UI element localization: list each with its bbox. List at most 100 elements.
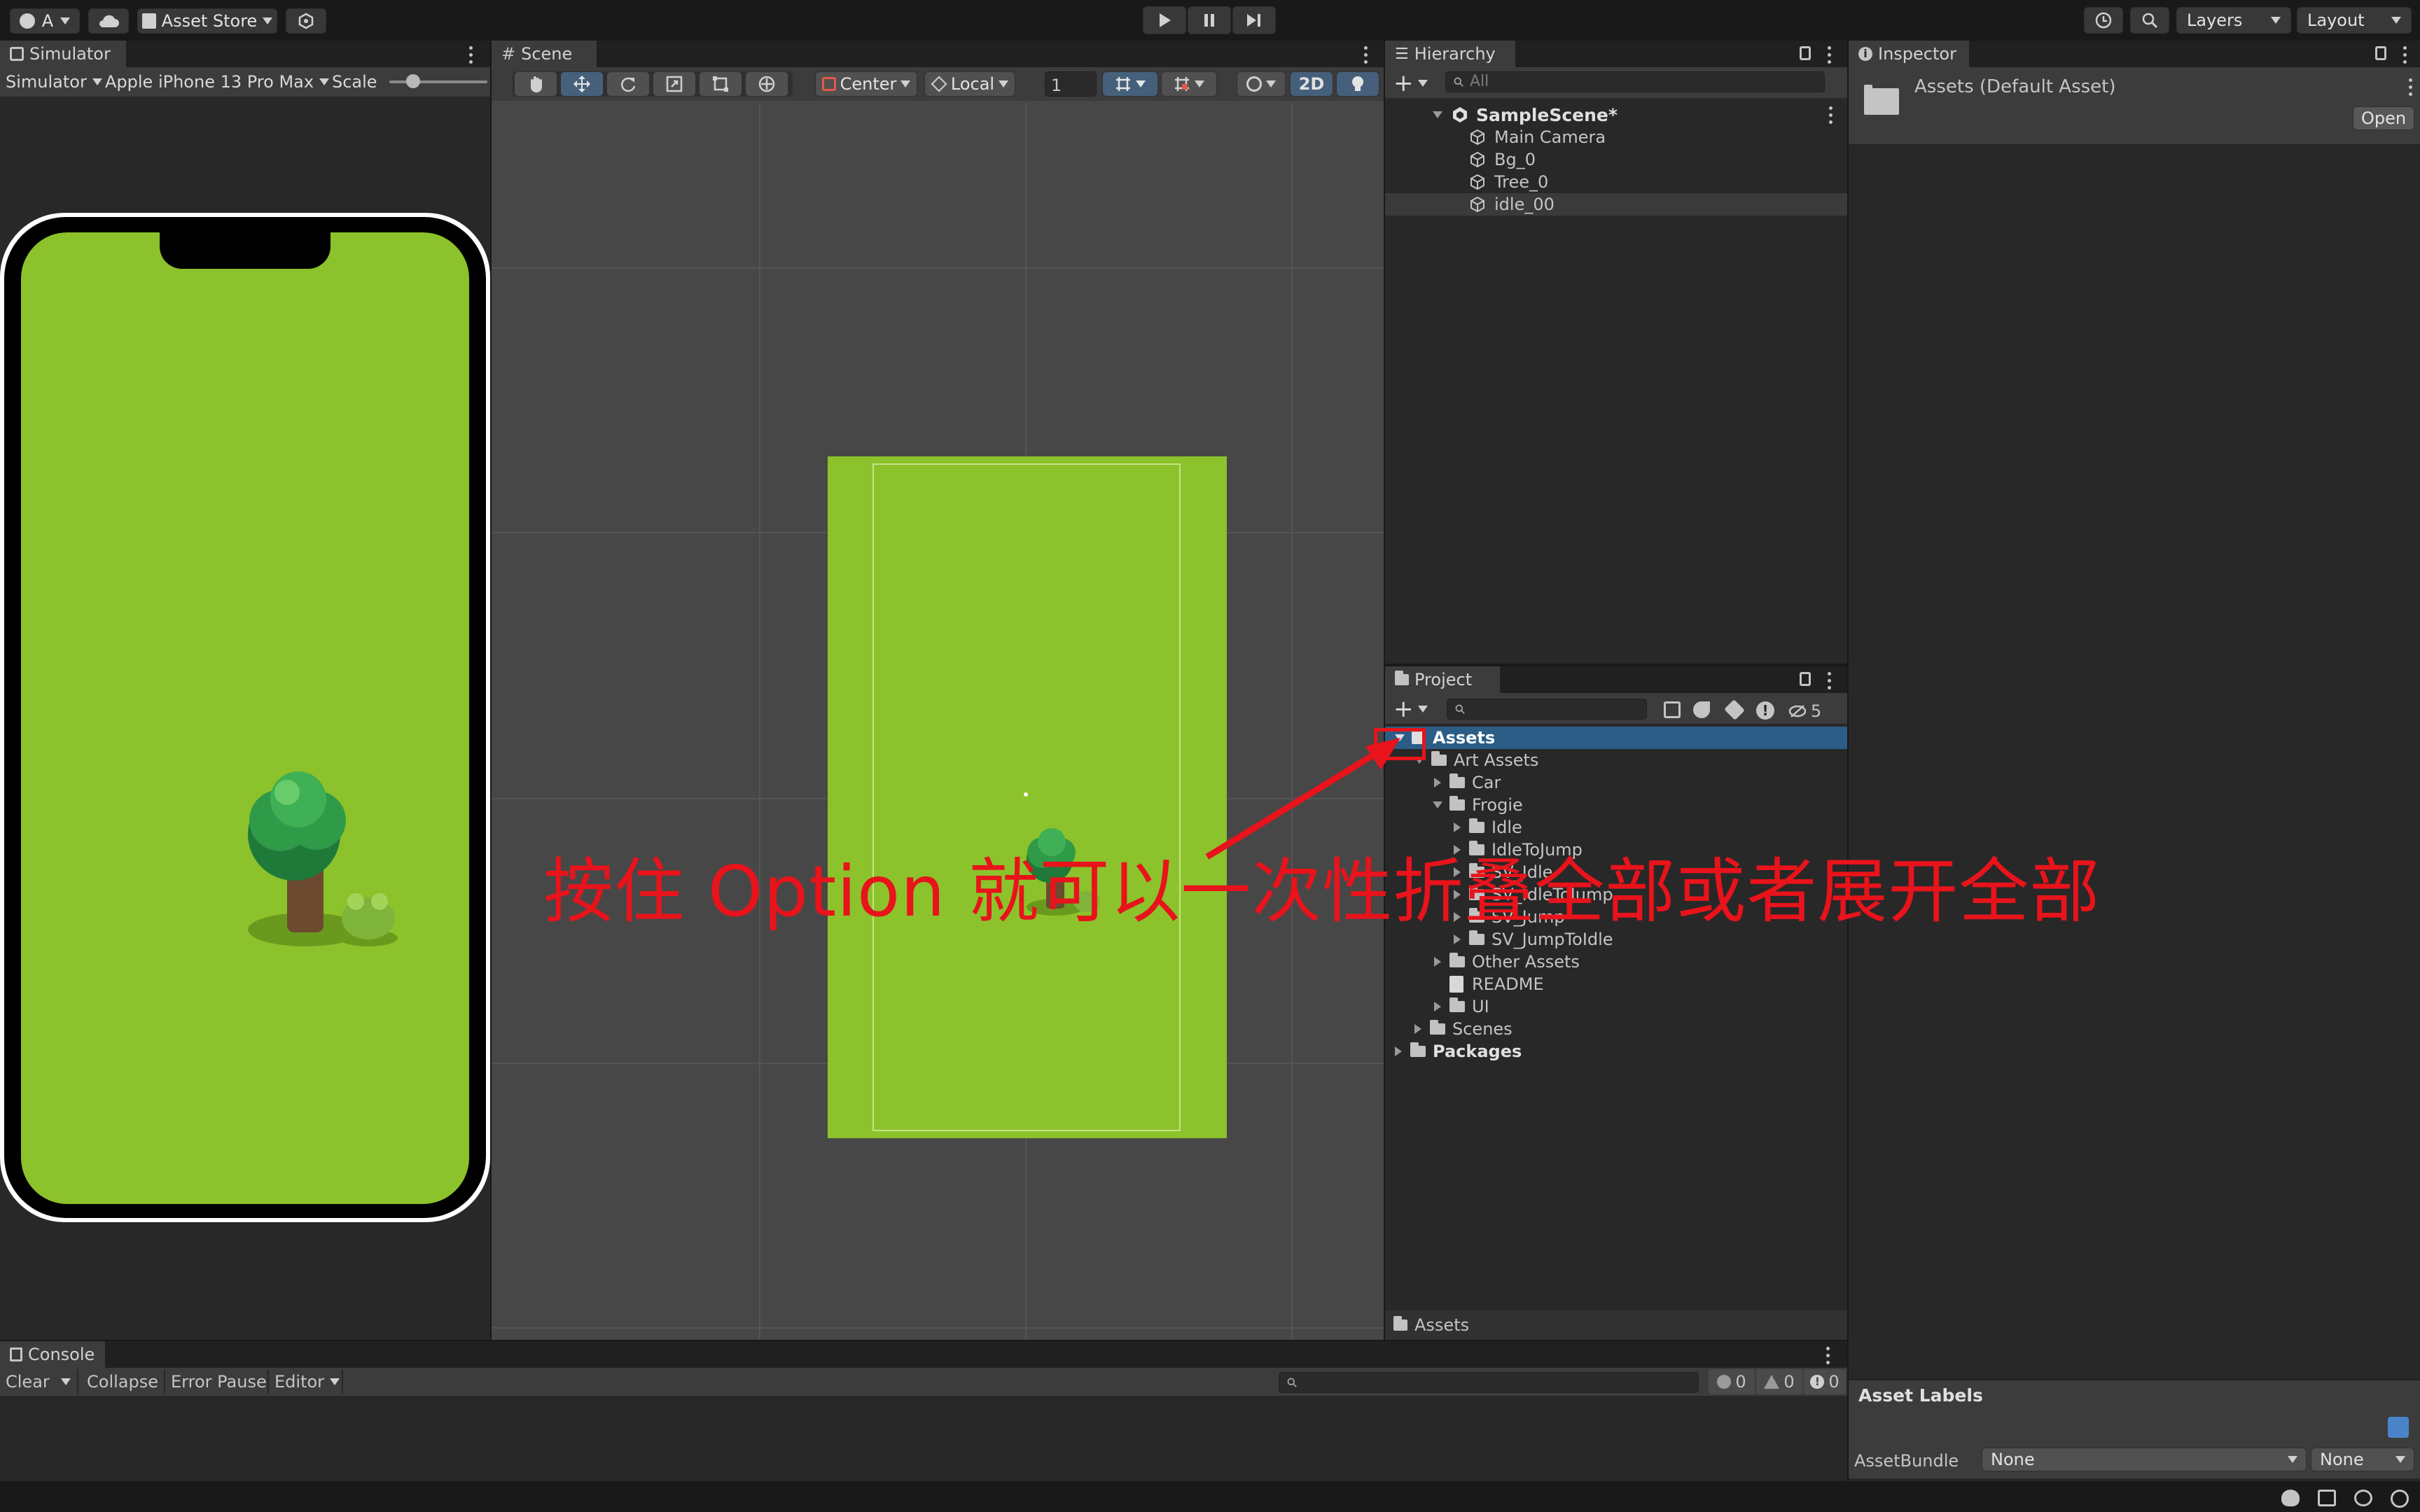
layout-dropdown[interactable]: Layout — [2297, 7, 2412, 34]
console-search-input[interactable] — [1279, 1372, 1699, 1393]
hidden-packages-toggle[interactable]: 5 — [1788, 703, 1821, 720]
tree-row[interactable]: Scenes — [1385, 1018, 1847, 1040]
more-options-icon[interactable] — [468, 46, 473, 64]
debug-bug-icon[interactable] — [2281, 1490, 2300, 1506]
tab-simulator[interactable]: Simulator — [0, 41, 126, 67]
log-count-toggle[interactable]: 0 — [1709, 1369, 1755, 1394]
tree-row[interactable]: Other Assets — [1385, 951, 1847, 973]
package-button[interactable] — [286, 8, 326, 34]
expand-arrow-icon[interactable] — [1433, 111, 1442, 118]
tree-row[interactable]: Frogie — [1385, 794, 1847, 816]
play-button[interactable] — [1143, 6, 1186, 34]
cache-server-icon[interactable] — [2354, 1490, 2372, 1506]
expand-arrow-icon[interactable] — [1433, 802, 1442, 808]
hierarchy-search-input[interactable]: All — [1445, 71, 1825, 92]
collapse-arrow-icon[interactable] — [1395, 1046, 1402, 1056]
hierarchy-item[interactable]: Bg_0 — [1385, 148, 1847, 171]
project-search-input[interactable] — [1447, 699, 1647, 720]
search-button[interactable] — [2130, 7, 2169, 34]
tree-row[interactable]: UI — [1385, 995, 1847, 1018]
label-tag-button[interactable] — [2388, 1417, 2409, 1438]
history-button[interactable] — [2084, 7, 2123, 34]
hierarchy-item[interactable]: Tree_0 — [1385, 171, 1847, 193]
tree-row-assets[interactable]: Assets — [1385, 727, 1847, 749]
simulator-mode-dropdown[interactable]: Simulator — [6, 74, 102, 90]
scene-viewport[interactable] — [492, 104, 1384, 1340]
check-circle-icon[interactable] — [2391, 1490, 2409, 1508]
create-dropdown[interactable]: + — [1393, 71, 1428, 95]
step-button[interactable] — [1232, 6, 1276, 34]
cloud-button[interactable] — [88, 8, 129, 34]
tree-label: Art Assets — [1454, 750, 1539, 770]
create-asset-dropdown[interactable]: + — [1393, 697, 1428, 721]
tab-inspector[interactable]: i Inspector — [1849, 41, 1969, 67]
hierarchy-item-label: Bg_0 — [1494, 150, 1536, 169]
chevron-down-icon[interactable] — [60, 1378, 71, 1385]
network-icon[interactable] — [2318, 1490, 2336, 1506]
more-options-icon[interactable] — [2402, 46, 2407, 64]
more-options-icon[interactable] — [1363, 46, 1368, 64]
asset-store-button[interactable]: Asset Store — [137, 8, 277, 34]
scale-slider-handle[interactable] — [406, 74, 420, 88]
transform-tool-button[interactable] — [745, 71, 788, 97]
footer-path[interactable]: Assets — [1414, 1317, 1469, 1334]
lock-icon[interactable] — [2375, 46, 2386, 60]
draw-mode-dropdown[interactable] — [1237, 71, 1286, 97]
collapse-arrow-icon[interactable] — [1434, 1002, 1441, 1011]
space-mode-dropdown[interactable]: Local — [924, 71, 1015, 97]
grid-size-input[interactable]: 1 — [1045, 71, 1097, 97]
editor-target-dropdown[interactable]: Editor — [274, 1373, 340, 1390]
pause-button[interactable] — [1188, 6, 1231, 34]
tab-hierarchy[interactable]: ☰ Hierarchy — [1385, 41, 1515, 67]
pivot-mode-dropdown[interactable]: Center — [815, 71, 917, 97]
account-dropdown[interactable]: A — [10, 8, 80, 34]
collapse-arrow-icon[interactable] — [1414, 1024, 1421, 1034]
lock-icon[interactable] — [1800, 46, 1811, 60]
asset-variant-dropdown[interactable]: None — [2311, 1448, 2414, 1471]
search-by-type-icon[interactable] — [1664, 701, 1681, 718]
open-button[interactable]: Open — [2353, 106, 2414, 130]
collapse-arrow-icon[interactable] — [1434, 957, 1441, 967]
tab-console[interactable]: Console — [0, 1341, 105, 1368]
tab-project[interactable]: Project — [1385, 666, 1500, 693]
lock-icon[interactable] — [1800, 672, 1811, 686]
console-tab-label: Console — [28, 1345, 95, 1364]
rotate-tool-button[interactable] — [606, 71, 650, 97]
asset-bundle-dropdown[interactable]: None — [1982, 1448, 2307, 1471]
rect-tool-button[interactable] — [699, 71, 742, 97]
collapse-arrow-icon[interactable] — [1454, 822, 1461, 832]
hierarchy-item[interactable]: Main Camera — [1385, 126, 1847, 148]
tree-row[interactable]: Car — [1385, 771, 1847, 794]
collapse-arrow-icon[interactable] — [1454, 934, 1461, 944]
error-pause-toggle[interactable]: Error Pause — [171, 1373, 267, 1390]
more-options-icon[interactable] — [1826, 46, 1832, 64]
hierarchy-item-highlighted[interactable]: idle_00 — [1385, 193, 1847, 216]
tree-row[interactable]: Art Assets — [1385, 749, 1847, 771]
error-count-toggle[interactable]: ! 0 — [1804, 1369, 1846, 1394]
tree-row[interactable]: Idle — [1385, 816, 1847, 839]
tab-scene[interactable]: # Scene — [492, 41, 597, 67]
hand-tool-button[interactable] — [514, 71, 557, 97]
search-by-label-icon[interactable] — [1693, 701, 1710, 718]
increment-snap-button[interactable] — [1161, 71, 1217, 97]
warning-filter-icon[interactable]: ! — [1756, 701, 1774, 720]
grid-snap-button[interactable] — [1102, 71, 1158, 97]
clear-button[interactable]: Clear — [6, 1373, 71, 1390]
lighting-toggle[interactable] — [1336, 71, 1379, 97]
mode-2d-toggle[interactable]: 2D — [1290, 71, 1333, 97]
more-options-icon[interactable] — [1826, 672, 1832, 690]
tree-row[interactable]: README — [1385, 973, 1847, 995]
tree-row-packages[interactable]: Packages — [1385, 1040, 1847, 1063]
more-options-icon[interactable] — [1825, 1347, 1830, 1364]
scale-tool-button[interactable] — [653, 71, 696, 97]
more-options-icon[interactable] — [1828, 106, 1833, 124]
move-tool-button[interactable] — [560, 71, 604, 97]
more-options-icon[interactable] — [2407, 78, 2413, 96]
collapse-toggle[interactable]: Collapse — [87, 1373, 158, 1390]
layers-dropdown[interactable]: Layers — [2176, 7, 2291, 34]
scene-row[interactable]: SampleScene* — [1385, 104, 1847, 126]
collapse-arrow-icon[interactable] — [1434, 778, 1441, 788]
warning-count-toggle[interactable]: 0 — [1756, 1369, 1802, 1394]
scale-slider-track[interactable] — [389, 80, 487, 83]
device-dropdown[interactable]: Apple iPhone 13 Pro Max — [105, 74, 330, 90]
